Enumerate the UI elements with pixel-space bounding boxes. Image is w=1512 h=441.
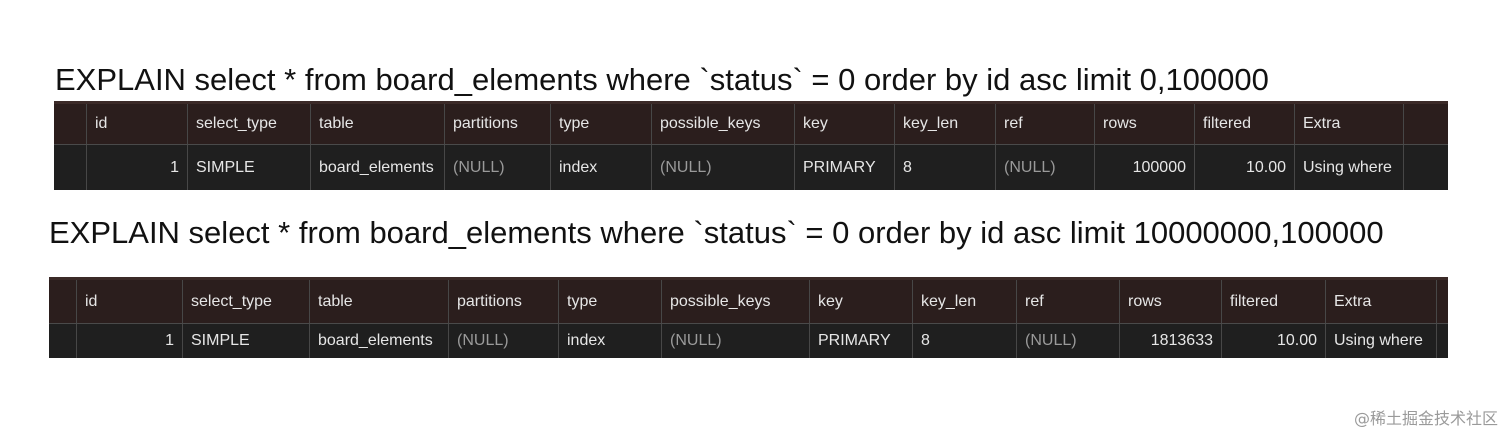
cell-id[interactable]: 1	[76, 324, 182, 358]
column-header-rows[interactable]: rows	[1119, 280, 1221, 323]
column-header-type[interactable]: type	[558, 280, 661, 323]
column-header-partitions[interactable]: partitions	[444, 104, 550, 144]
cell-extra[interactable]: Using where	[1294, 145, 1404, 190]
cell-ref[interactable]: (NULL)	[1016, 324, 1119, 358]
column-header-id[interactable]: id	[76, 280, 182, 323]
column-header-key-len[interactable]: key_len	[894, 104, 995, 144]
column-header-filtered[interactable]: filtered	[1194, 104, 1294, 144]
column-header-filtered[interactable]: filtered	[1221, 280, 1325, 323]
watermark: @稀土掘金技术社区	[1353, 409, 1498, 428]
column-header-rows[interactable]: rows	[1094, 104, 1194, 144]
cell-key[interactable]: PRIMARY	[809, 324, 912, 358]
cell-select-type[interactable]: SIMPLE	[187, 145, 310, 190]
cell-type[interactable]: index	[558, 324, 661, 358]
cell-select-type[interactable]: SIMPLE	[182, 324, 309, 358]
header-row: id select_type table partitions type pos…	[49, 280, 1448, 324]
row-gutter[interactable]	[49, 324, 76, 358]
query-1-sql: EXPLAIN select * from board_elements whe…	[55, 62, 1269, 97]
cell-table[interactable]: board_elements	[310, 145, 444, 190]
column-header-type[interactable]: type	[550, 104, 651, 144]
cell-rows[interactable]: 1813633	[1119, 324, 1221, 358]
cell-key-len[interactable]: 8	[894, 145, 995, 190]
column-header-extra[interactable]: Extra	[1325, 280, 1437, 323]
cell-key-len[interactable]: 8	[912, 324, 1016, 358]
explain-result-grid-2: id select_type table partitions type pos…	[49, 277, 1448, 358]
cell-filtered[interactable]: 10.00	[1194, 145, 1294, 190]
cell-id[interactable]: 1	[86, 145, 187, 190]
explain-result-grid-1: id select_type table partitions type pos…	[54, 101, 1448, 190]
cell-possible-keys[interactable]: (NULL)	[651, 145, 794, 190]
cell-type[interactable]: index	[550, 145, 651, 190]
row-gutter-header	[49, 280, 76, 323]
column-header-ref[interactable]: ref	[1016, 280, 1119, 323]
cell-filtered[interactable]: 10.00	[1221, 324, 1325, 358]
column-header-key[interactable]: key	[809, 280, 912, 323]
row-gutter-header	[54, 104, 86, 144]
cell-rows[interactable]: 100000	[1094, 145, 1194, 190]
cell-table[interactable]: board_elements	[309, 324, 448, 358]
column-header-key[interactable]: key	[794, 104, 894, 144]
column-header-partitions[interactable]: partitions	[448, 280, 558, 323]
cell-partitions[interactable]: (NULL)	[448, 324, 558, 358]
column-header-extra[interactable]: Extra	[1294, 104, 1404, 144]
column-header-table[interactable]: table	[310, 104, 444, 144]
table-row[interactable]: 1 SIMPLE board_elements (NULL) index (NU…	[49, 324, 1448, 358]
column-header-select-type[interactable]: select_type	[187, 104, 310, 144]
column-header-possible-keys[interactable]: possible_keys	[651, 104, 794, 144]
cell-partitions[interactable]: (NULL)	[444, 145, 550, 190]
table-row[interactable]: 1 SIMPLE board_elements (NULL) index (NU…	[54, 145, 1448, 190]
cell-ref[interactable]: (NULL)	[995, 145, 1094, 190]
column-header-key-len[interactable]: key_len	[912, 280, 1016, 323]
column-header-select-type[interactable]: select_type	[182, 280, 309, 323]
cell-key[interactable]: PRIMARY	[794, 145, 894, 190]
column-header-ref[interactable]: ref	[995, 104, 1094, 144]
column-header-id[interactable]: id	[86, 104, 187, 144]
query-2-sql: EXPLAIN select * from board_elements whe…	[49, 215, 1384, 250]
column-header-table[interactable]: table	[309, 280, 448, 323]
row-gutter[interactable]	[54, 145, 86, 190]
cell-possible-keys[interactable]: (NULL)	[661, 324, 809, 358]
column-header-possible-keys[interactable]: possible_keys	[661, 280, 809, 323]
cell-extra[interactable]: Using where	[1325, 324, 1437, 358]
header-row: id select_type table partitions type pos…	[54, 104, 1448, 145]
